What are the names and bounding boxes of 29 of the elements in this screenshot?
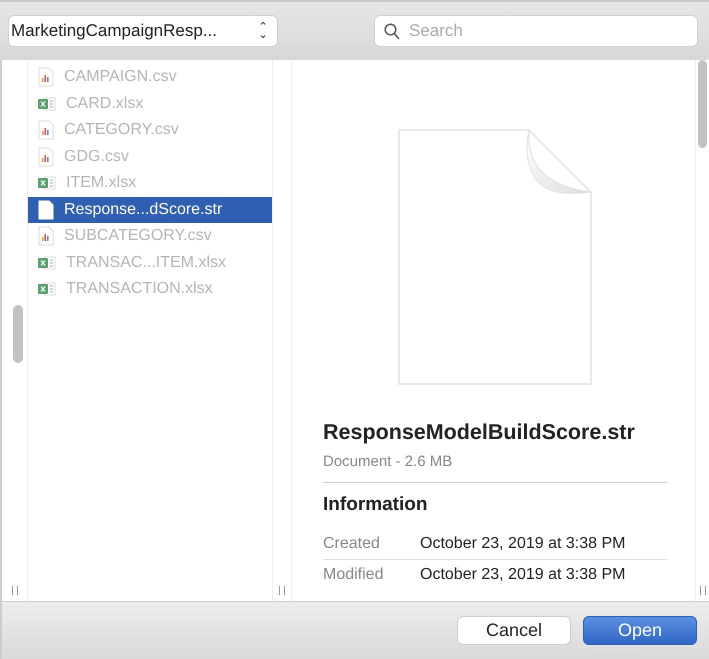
chart-file-icon xyxy=(38,67,54,88)
cancel-button[interactable]: Cancel xyxy=(457,616,571,645)
scrollbar-thumb[interactable] xyxy=(698,60,707,148)
spreadsheet-icon xyxy=(38,281,56,298)
info-value: October 23, 2019 at 3:38 PM xyxy=(420,565,626,586)
location-popup[interactable]: MarketingCampaignResp... ⌃⌄ xyxy=(8,15,278,47)
resize-handle-icon[interactable] xyxy=(700,586,706,595)
chart-file-icon xyxy=(38,226,54,246)
section-heading: Information xyxy=(323,492,428,517)
spreadsheet-icon xyxy=(38,96,56,112)
resize-handle-icon[interactable] xyxy=(12,586,18,595)
resize-handle-icon[interactable] xyxy=(279,586,285,595)
document-icon xyxy=(397,128,593,386)
chevron-icon: ⌃⌄ xyxy=(257,23,269,39)
info-value: October 23, 2019 at 3:38 PM xyxy=(420,534,626,554)
file-row[interactable]: Response...dScore.str xyxy=(28,196,272,223)
open-button[interactable]: Open xyxy=(583,616,697,645)
spreadsheet-icon xyxy=(38,175,56,192)
scrollbar-thumb[interactable] xyxy=(13,305,23,363)
search-field[interactable]: Search xyxy=(374,15,698,47)
file-title: ResponseModelBuildScore.str xyxy=(323,419,636,446)
chart-file-icon xyxy=(38,120,54,140)
file-kind-size: Document - 2.6 MB xyxy=(323,451,667,483)
chart-file-icon xyxy=(38,146,54,167)
spreadsheet-icon xyxy=(38,254,56,271)
info-label: Modified xyxy=(323,565,384,586)
info-label: Created xyxy=(323,534,381,554)
document-icon xyxy=(38,200,54,220)
folder-name: MarketingCampaignResp... xyxy=(11,20,217,42)
